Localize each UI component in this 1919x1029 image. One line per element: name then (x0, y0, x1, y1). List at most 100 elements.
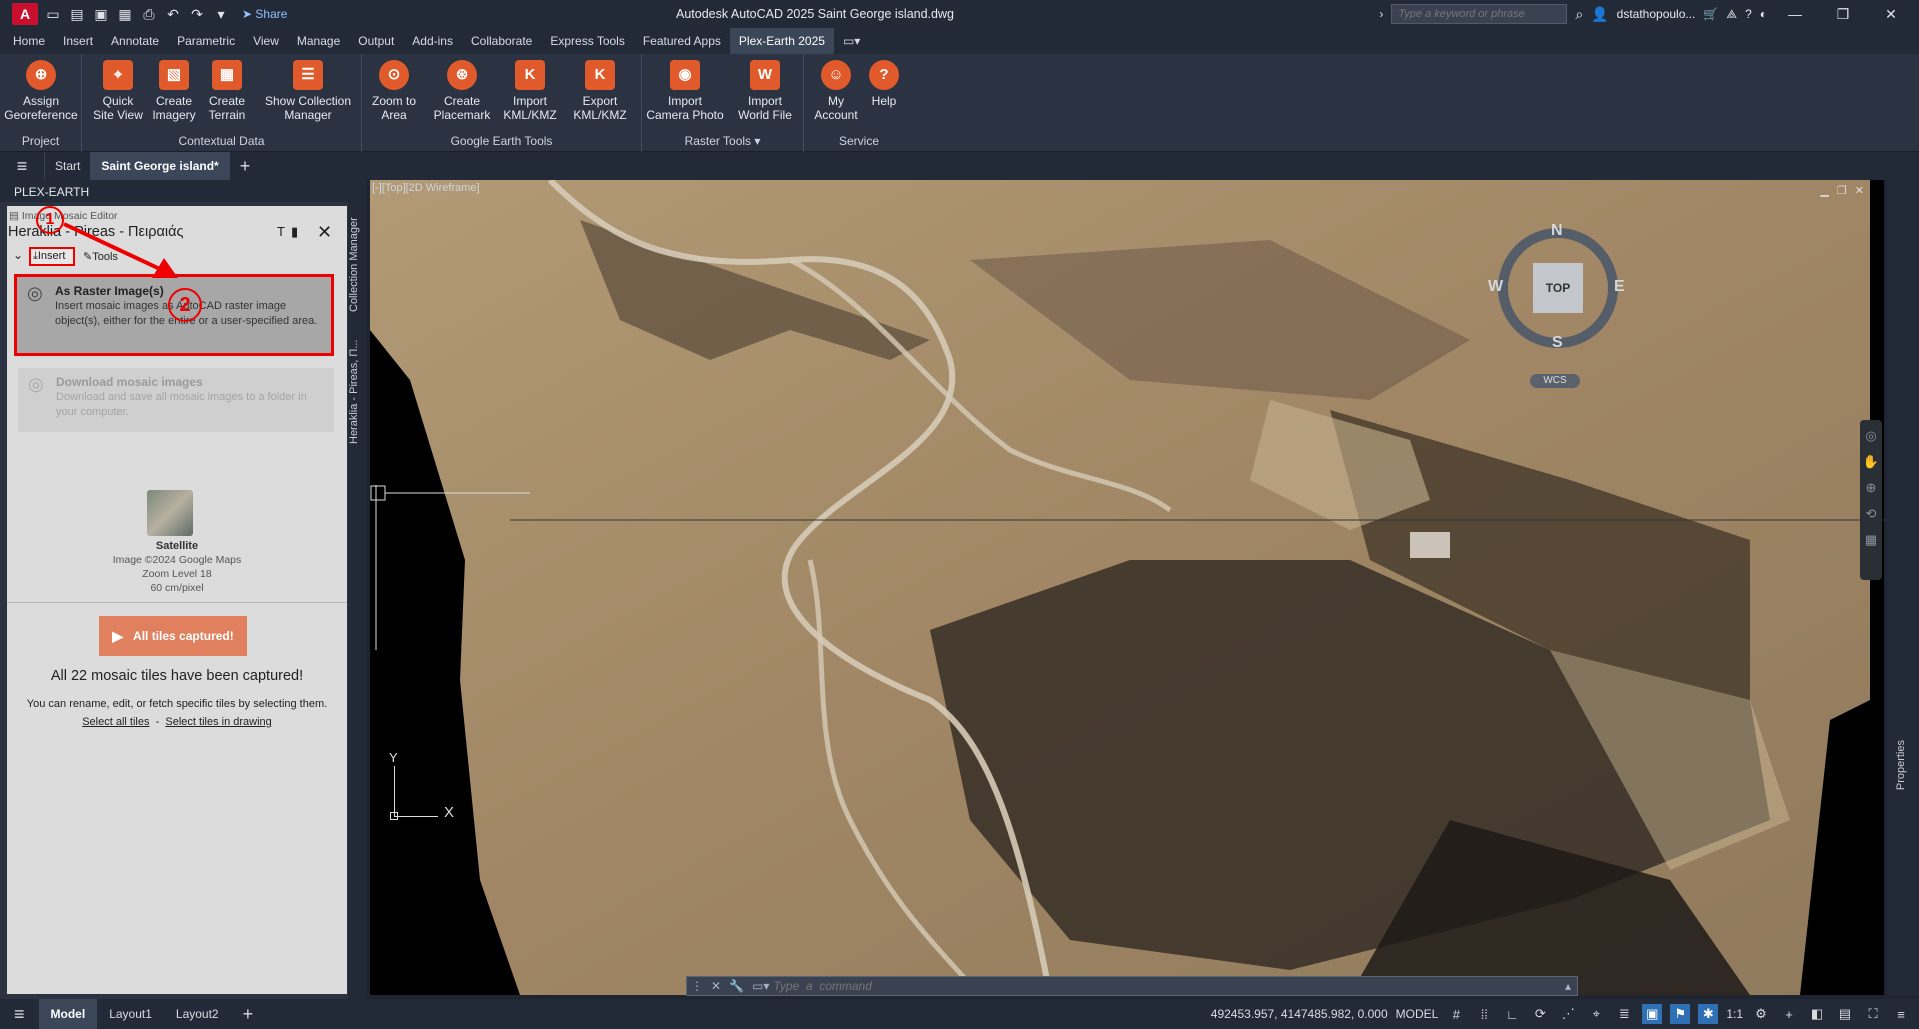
tab-parametric[interactable]: Parametric (168, 28, 244, 54)
coordinates-readout[interactable]: 492453.957, 4147485.982, 0.000 (1211, 1007, 1388, 1021)
user-icon[interactable]: 👤 (1591, 6, 1608, 23)
close-window-icon[interactable]: ✕ (1871, 6, 1911, 23)
command-grip-icon[interactable]: ⋮ (687, 979, 707, 993)
heraklia-tab[interactable]: Heraklia - Pireas, П... (348, 332, 366, 452)
tab-model[interactable]: Model (38, 999, 98, 1029)
command-input[interactable] (773, 979, 1559, 993)
assign-georeference-button[interactable]: ⊕ Assign Georeference (4, 60, 78, 122)
tab-collaborate[interactable]: Collaborate (462, 28, 541, 54)
chevron-right-icon[interactable]: › (1379, 7, 1383, 21)
open-folder-icon[interactable]: ▤ (68, 5, 86, 23)
viewport-label[interactable]: [-][Top][2D Wireframe] (372, 182, 480, 194)
create-imagery-button[interactable]: ▧ Create Imagery (148, 60, 200, 122)
isodraft-icon[interactable]: ⋰ (1558, 1004, 1578, 1024)
show-collection-manager-button[interactable]: ☰ Show Collection Manager (260, 60, 356, 122)
add-layout-icon[interactable]: + (231, 999, 266, 1029)
tab-saint-george-island[interactable]: Saint George island* (90, 152, 229, 180)
drawing-viewport[interactable]: [-][Top][2D Wireframe] ▁ ❐ ✕ TOP N S E W… (370, 180, 1884, 995)
import-world-file-button[interactable]: W Import World File (730, 60, 800, 122)
snap-icon[interactable]: ⁞⁞ (1474, 1004, 1494, 1024)
select-tiles-in-drawing-link[interactable]: Select tiles in drawing (165, 716, 271, 728)
create-placemark-button[interactable]: ⊛ Create Placemark (430, 60, 494, 122)
viewport-close-icon[interactable]: ✕ (1855, 184, 1864, 197)
qat-dropdown-icon[interactable]: ▾ (212, 5, 230, 23)
properties-tab[interactable]: Properties (1895, 740, 1907, 790)
ortho-icon[interactable]: ∟ (1502, 1004, 1522, 1024)
new-file-icon[interactable]: ▭ (44, 5, 62, 23)
save-icon[interactable]: ▣ (92, 5, 110, 23)
add-icon[interactable]: + (1779, 1004, 1799, 1024)
minimize-icon[interactable]: — (1775, 6, 1815, 22)
viewport-restore-icon[interactable]: ❐ (1837, 184, 1847, 197)
steering-wheel-icon[interactable]: ◎ (1865, 428, 1876, 444)
tab-manage[interactable]: Manage (288, 28, 349, 54)
zoom-to-area-button[interactable]: ⊙ Zoom to Area (364, 60, 424, 122)
tab-plex-earth[interactable]: Plex-Earth 2025 (729, 28, 834, 54)
tab-featured-apps[interactable]: Featured Apps (634, 28, 730, 54)
raster-tools-dropdown[interactable]: Raster Tools ▾ (642, 134, 803, 148)
collection-manager-tab[interactable]: Collection Manager (348, 210, 366, 320)
plot-icon[interactable]: ⎙ (140, 5, 158, 23)
restore-icon[interactable]: ❐ (1823, 6, 1863, 23)
osnap-icon[interactable]: ⌖ (1586, 1004, 1606, 1024)
selection-cycling-icon[interactable]: ▣ (1642, 1004, 1663, 1024)
command-close-icon[interactable]: ✕ (707, 979, 725, 993)
compass-s[interactable]: S (1552, 334, 1563, 352)
tab-output[interactable]: Output (349, 28, 403, 54)
compass-e[interactable]: E (1614, 278, 1625, 296)
settings-gear-icon[interactable]: ⚙ (1751, 1004, 1771, 1024)
customization-icon[interactable]: ≡ (1891, 1004, 1911, 1024)
ribbon-options-icon[interactable]: ▭▾ (834, 28, 869, 54)
polar-icon[interactable]: ⟳ (1530, 1004, 1550, 1024)
clean-screen-icon[interactable]: ⛶ (1863, 1004, 1883, 1024)
annotation-monitor-icon[interactable]: ⚑ (1670, 1004, 1691, 1024)
undo-icon[interactable]: ↶ (164, 5, 182, 23)
my-account-button[interactable]: ☺ My Account (812, 60, 860, 122)
tab-layout1[interactable]: Layout1 (97, 999, 164, 1029)
autodesk-icon[interactable]: ⟁ (1726, 7, 1737, 22)
redo-icon[interactable]: ↷ (188, 5, 206, 23)
command-line[interactable]: ⋮ ✕ 🔧 ▭▾ ▴ (686, 976, 1578, 996)
autocad-logo[interactable]: A (12, 3, 38, 25)
export-kml-button[interactable]: K Export KML/KMZ (568, 60, 632, 122)
model-space-toggle[interactable]: MODEL (1396, 1007, 1439, 1021)
tab-insert[interactable]: Insert (54, 28, 102, 54)
select-all-tiles-link[interactable]: Select all tiles (82, 716, 149, 728)
viewport-minimize-icon[interactable]: ▁ (1820, 184, 1828, 197)
user-name[interactable]: dstathopoulo... (1617, 7, 1696, 21)
share-button[interactable]: ➤ Share (242, 7, 287, 21)
isolate-objects-icon[interactable]: ◧ (1807, 1004, 1827, 1024)
annotation-visibility-icon[interactable]: ✱ (1698, 1004, 1719, 1024)
new-tab-icon[interactable]: + (228, 152, 261, 180)
wcs-menu[interactable]: WCS (1530, 374, 1580, 388)
showmotion-icon[interactable]: ▦ (1865, 532, 1877, 548)
create-terrain-button[interactable]: ▦ Create Terrain (202, 60, 252, 122)
keyword-search-input[interactable] (1391, 4, 1568, 24)
cloud-icon[interactable]: ◐ (1760, 7, 1767, 21)
menu-hamburger-icon[interactable]: ≡ (0, 156, 44, 177)
hardware-acceleration-icon[interactable]: ▤ (1835, 1004, 1855, 1024)
tab-start[interactable]: Start (44, 152, 90, 180)
annotation-scale[interactable]: 1:1 (1726, 1007, 1743, 1021)
cart-icon[interactable]: 🛒 (1703, 7, 1718, 21)
zoom-icon[interactable]: ⊕ (1866, 480, 1877, 496)
help-button[interactable]: ? Help (864, 60, 904, 108)
command-history-icon[interactable]: ▭▾ (748, 979, 773, 993)
import-camera-photo-button[interactable]: ◉ Import Camera Photo (646, 60, 724, 122)
tab-annotate[interactable]: Annotate (102, 28, 168, 54)
layout-menu-icon[interactable]: ≡ (0, 999, 39, 1029)
viewcube-top[interactable]: TOP (1533, 263, 1583, 313)
tab-layout2[interactable]: Layout2 (164, 999, 231, 1029)
tab-view[interactable]: View (244, 28, 288, 54)
customize-icon[interactable]: 🔧 (725, 979, 748, 993)
compass-w[interactable]: W (1488, 278, 1503, 296)
save-as-icon[interactable]: ▦ (116, 5, 134, 23)
import-kml-button[interactable]: K Import KML/KMZ (500, 60, 560, 122)
orbit-icon[interactable]: ⟲ (1866, 506, 1877, 522)
help-circle-icon[interactable]: ? (1745, 7, 1752, 21)
all-tiles-captured-button[interactable]: ▶ All tiles captured! (99, 616, 247, 656)
search-icon[interactable]: ⌕ (1575, 6, 1583, 23)
quick-site-view-button[interactable]: ⌖ Quick Site View (90, 60, 146, 122)
compass-n[interactable]: N (1551, 222, 1563, 240)
tab-home[interactable]: Home (4, 28, 54, 54)
